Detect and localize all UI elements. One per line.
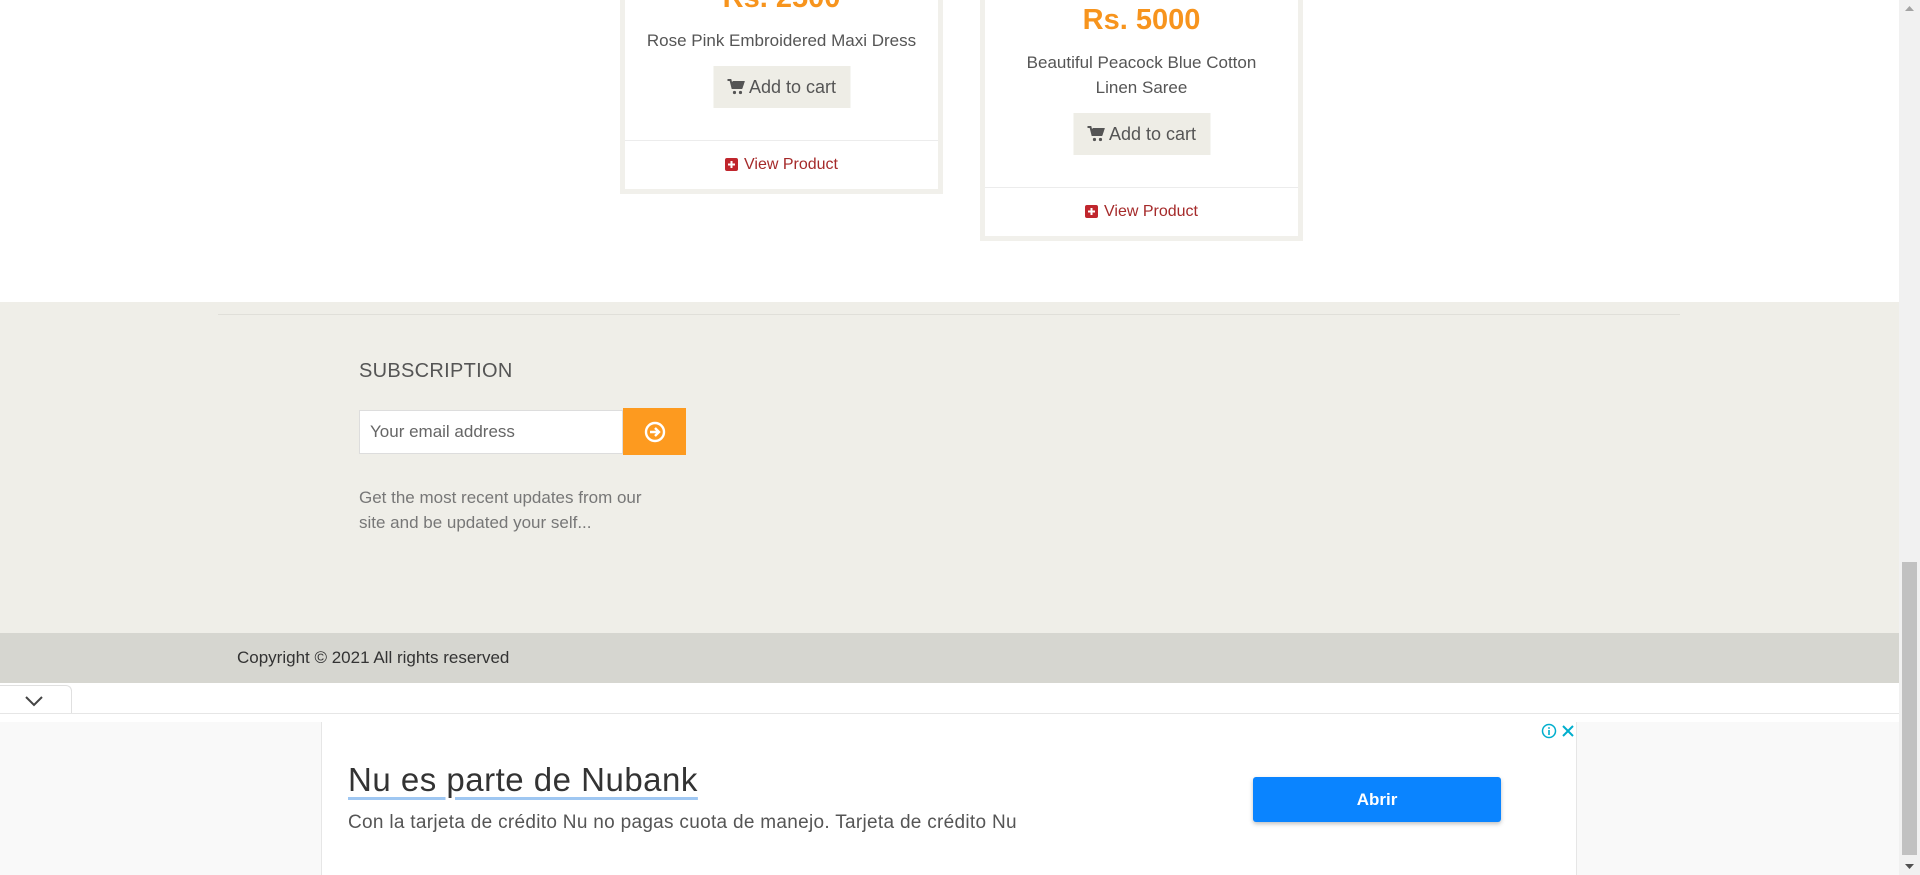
copyright-bar: Copyright © 2021 All rights reserved bbox=[0, 633, 1899, 683]
copyright-text: Copyright © 2021 All rights reserved bbox=[237, 648, 510, 667]
cart-icon bbox=[1086, 126, 1105, 142]
plus-square-icon bbox=[1085, 205, 1098, 218]
subscribe-button[interactable] bbox=[623, 408, 686, 455]
ad-open-button[interactable]: Abrir bbox=[1253, 777, 1501, 822]
add-to-cart-button[interactable]: Add to cart bbox=[712, 66, 851, 108]
scroll-down-arrow-icon[interactable] bbox=[1899, 858, 1920, 875]
product-price: Rs. 2500 bbox=[625, 0, 938, 15]
view-product-link[interactable]: View Product bbox=[625, 140, 938, 189]
product-card: Rs. 2500 Rose Pink Embroidered Maxi Dres… bbox=[620, 0, 943, 194]
add-to-cart-label: Add to cart bbox=[748, 77, 837, 97]
info-icon[interactable] bbox=[1541, 723, 1557, 739]
ad-banner[interactable]: Nu es parte de Nubank Con la tarjeta de … bbox=[321, 722, 1577, 875]
product-price: Rs. 5000 bbox=[1082, 4, 1201, 36]
email-field[interactable] bbox=[359, 410, 623, 454]
subscription-description: Get the most recent updates from our sit… bbox=[359, 488, 642, 532]
scroll-up-arrow-icon[interactable] bbox=[1899, 0, 1920, 17]
cart-icon bbox=[726, 79, 745, 95]
product-card: Rs. 5000 Beautiful Peacock Blue Cotton L… bbox=[980, 0, 1303, 241]
site-footer: SUBSCRIPTION Get the most recent updates… bbox=[0, 302, 1899, 633]
ad-collapse-toggle[interactable] bbox=[0, 685, 72, 714]
ad-title[interactable]: Nu es parte de Nubank bbox=[348, 761, 698, 799]
plus-square-icon bbox=[725, 158, 738, 171]
ad-body: Con la tarjeta de crédito Nu no pagas cu… bbox=[348, 812, 1017, 833]
page: Rs. 2500 Rose Pink Embroidered Maxi Dres… bbox=[0, 0, 1899, 875]
arrow-circle-right-icon bbox=[644, 421, 665, 442]
chevron-down-icon bbox=[25, 696, 43, 707]
add-to-cart-button[interactable]: Add to cart bbox=[1072, 113, 1211, 155]
scrollbar-thumb[interactable] bbox=[1902, 562, 1917, 855]
vertical-scrollbar[interactable] bbox=[1899, 0, 1920, 875]
footer-divider bbox=[218, 314, 1680, 315]
product-name: Beautiful Peacock Blue Cotton Linen Sare… bbox=[1026, 53, 1257, 97]
add-to-cart-label: Add to cart bbox=[1108, 124, 1197, 144]
view-product-label: View Product bbox=[744, 156, 838, 173]
view-product-link[interactable]: View Product bbox=[985, 187, 1298, 236]
product-name: Rose Pink Embroidered Maxi Dress bbox=[646, 31, 917, 50]
view-product-label: View Product bbox=[1104, 203, 1198, 220]
subscription-title: SUBSCRIPTION bbox=[359, 360, 513, 382]
close-icon[interactable] bbox=[1560, 723, 1576, 739]
